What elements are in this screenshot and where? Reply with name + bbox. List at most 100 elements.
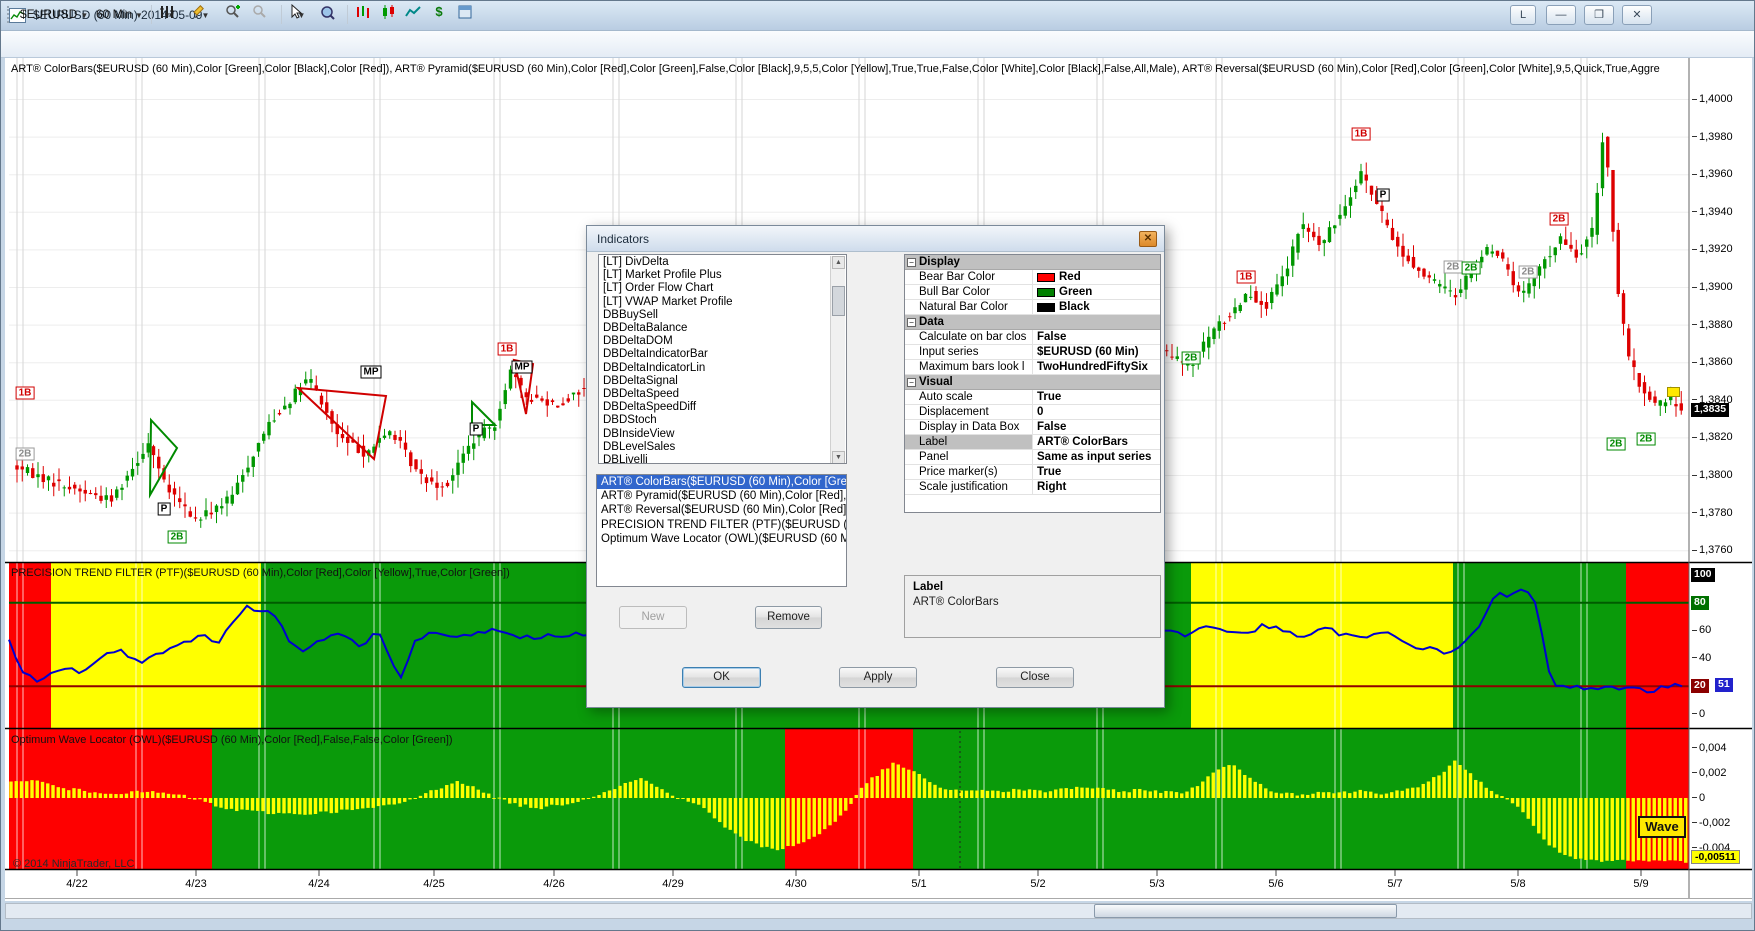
collapse-icon[interactable]: − — [907, 258, 916, 267]
property-value[interactable]: $EURUSD (60 Min) — [1033, 345, 1160, 359]
remove-button[interactable]: Remove — [755, 606, 822, 629]
property-name[interactable]: Label — [905, 435, 1033, 449]
data-box-icon[interactable] — [319, 4, 341, 25]
property-row[interactable]: Auto scaleTrue — [905, 390, 1160, 405]
applied-indicator-item[interactable]: ART® ColorBars($EURUSD (60 Min),Color [G… — [597, 475, 846, 489]
indicator-properties-grid[interactable]: −DisplayBear Bar ColorRedBull Bar ColorG… — [904, 254, 1161, 513]
property-value[interactable]: Red — [1033, 270, 1160, 284]
property-row[interactable]: Maximum bars look lTwoHundredFiftySix — [905, 360, 1160, 375]
property-name[interactable]: Bull Bar Color — [905, 285, 1033, 299]
property-value[interactable]: True — [1033, 465, 1160, 479]
property-value[interactable]: False — [1033, 420, 1160, 434]
style-line-icon[interactable] — [405, 4, 427, 25]
property-section-header[interactable]: −Visual — [905, 375, 1160, 390]
property-value[interactable]: False — [1033, 330, 1160, 344]
indicator-list-item[interactable]: DBDeltaDOM — [599, 335, 846, 348]
applied-indicator-item[interactable]: ART® Pyramid($EURUSD (60 Min),Color [Red… — [597, 489, 846, 503]
restore-button[interactable]: ❐ — [1584, 5, 1614, 25]
applied-indicators-list[interactable]: ART® ColorBars($EURUSD (60 Min),Color [G… — [596, 474, 847, 587]
zoom-in-icon[interactable] — [225, 4, 247, 25]
property-row[interactable]: LabelART® ColorBars — [905, 435, 1160, 450]
applied-indicator-item[interactable]: PRECISION TREND FILTER (PTF)($EURUSD (60 — [597, 518, 846, 532]
indicator-list-item[interactable]: [LT] Market Profile Plus — [599, 269, 846, 282]
dialog-close-icon[interactable]: ✕ — [1139, 231, 1157, 247]
property-row[interactable]: PanelSame as input series — [905, 450, 1160, 465]
property-value[interactable]: TwoHundredFiftySix — [1033, 360, 1160, 374]
property-name[interactable]: Maximum bars look l — [905, 360, 1033, 374]
list-scrollbar[interactable]: ▲ ▼ — [830, 256, 845, 464]
available-indicators-list[interactable]: [LT] DivDelta[LT] Market Profile Plus[LT… — [598, 254, 847, 464]
property-name[interactable]: Display in Data Box — [905, 420, 1033, 434]
property-row[interactable]: Scale justificationRight — [905, 480, 1160, 495]
property-value[interactable]: Black — [1033, 300, 1160, 314]
link-button[interactable]: L — [1510, 5, 1536, 25]
apply-button[interactable]: Apply — [839, 667, 917, 688]
indicator-list-item[interactable]: DBBuySell — [599, 309, 846, 322]
indicator-list-item[interactable]: DBLevelSales — [599, 441, 846, 454]
horizontal-scrollbar[interactable] — [5, 903, 1752, 919]
collapse-icon[interactable]: − — [907, 318, 916, 327]
property-row[interactable]: Bear Bar ColorRed — [905, 270, 1160, 285]
property-name[interactable]: Panel — [905, 450, 1033, 464]
property-section-header[interactable]: −Data — [905, 315, 1160, 330]
indicator-list-item[interactable]: [LT] DivDelta — [599, 256, 846, 269]
indicator-list-item[interactable]: DBLivelli — [599, 454, 846, 464]
applied-indicator-item[interactable]: ART® Reversal($EURUSD (60 Min),Color [Re… — [597, 503, 846, 517]
property-value[interactable]: Right — [1033, 480, 1160, 494]
collapse-icon[interactable]: − — [907, 378, 916, 387]
indicator-list-item[interactable]: [LT] Order Flow Chart — [599, 282, 846, 295]
dollar-icon[interactable]: $ — [431, 4, 453, 25]
horizontal-scrollbar-thumb[interactable] — [1094, 904, 1397, 918]
market-analyzer-icon[interactable] — [457, 4, 479, 25]
applied-indicator-item[interactable]: Optimum Wave Locator (OWL)($EURUSD (60 M… — [597, 532, 846, 546]
property-row[interactable]: Natural Bar ColorBlack — [905, 300, 1160, 315]
property-value[interactable]: True — [1033, 390, 1160, 404]
indicators-icon[interactable]: ▼ — [159, 4, 181, 25]
property-section-header[interactable]: −Display — [905, 255, 1160, 270]
draw-icon[interactable]: ▼ — [193, 4, 215, 25]
property-name[interactable]: Auto scale — [905, 390, 1033, 404]
indicator-list-item[interactable]: [LT] VWAP Market Profile — [599, 296, 846, 309]
style-bars-icon[interactable] — [355, 4, 377, 25]
2b-marker: 2B — [1182, 352, 1201, 365]
property-row[interactable]: Display in Data BoxFalse — [905, 420, 1160, 435]
close-button[interactable]: ✕ — [1622, 5, 1652, 25]
property-value[interactable]: 0 — [1033, 405, 1160, 419]
indicator-list-item[interactable]: DBDeltaSpeed — [599, 388, 846, 401]
property-name[interactable]: Input series — [905, 345, 1033, 359]
property-value[interactable]: Green — [1033, 285, 1160, 299]
dialog-title-bar[interactable] — [587, 226, 1164, 252]
pointer-icon[interactable]: ▼ — [289, 4, 311, 25]
property-row[interactable]: Input series$EURUSD (60 Min) — [905, 345, 1160, 360]
property-row[interactable]: Price marker(s)True — [905, 465, 1160, 480]
property-name[interactable]: Scale justification — [905, 480, 1033, 494]
indicator-list-item[interactable]: DBInsideView — [599, 428, 846, 441]
indicator-list-item[interactable]: DBDeltaBalance — [599, 322, 846, 335]
indicator-list-item[interactable]: DBDeltaSignal — [599, 375, 846, 388]
indicator-list-item[interactable]: DBDeltaIndicatorLin — [599, 362, 846, 375]
zoom-out-icon[interactable] — [251, 4, 273, 25]
indicator-list-item[interactable]: DBDeltaSpeedDiff — [599, 401, 846, 414]
style-candles-icon[interactable] — [381, 4, 403, 25]
1b-marker: 1B — [498, 343, 517, 356]
property-name[interactable]: Bear Bar Color — [905, 270, 1033, 284]
property-row[interactable]: Bull Bar ColorGreen — [905, 285, 1160, 300]
indicator-list-item[interactable]: DBDStoch — [599, 414, 846, 427]
scrollbar-thumb[interactable] — [832, 286, 845, 316]
property-value[interactable]: ART® ColorBars — [1033, 435, 1160, 449]
minimize-button[interactable]: — — [1546, 5, 1576, 25]
scroll-up-icon[interactable]: ▲ — [832, 256, 845, 269]
property-name[interactable]: Displacement — [905, 405, 1033, 419]
property-value[interactable]: Same as input series — [1033, 450, 1160, 464]
new-button[interactable]: New — [619, 606, 687, 629]
scroll-down-icon[interactable]: ▼ — [832, 451, 845, 464]
date-axis-label: 5/7 — [1379, 878, 1411, 891]
property-row[interactable]: Displacement0 — [905, 405, 1160, 420]
property-row[interactable]: Calculate on bar closFalse — [905, 330, 1160, 345]
property-name[interactable]: Price marker(s) — [905, 465, 1033, 479]
property-name[interactable]: Natural Bar Color — [905, 300, 1033, 314]
ok-button[interactable]: OK — [682, 667, 761, 688]
property-name[interactable]: Calculate on bar clos — [905, 330, 1033, 344]
indicator-list-item[interactable]: DBDeltaIndicatorBar — [599, 348, 846, 361]
close-button[interactable]: Close — [996, 667, 1074, 688]
